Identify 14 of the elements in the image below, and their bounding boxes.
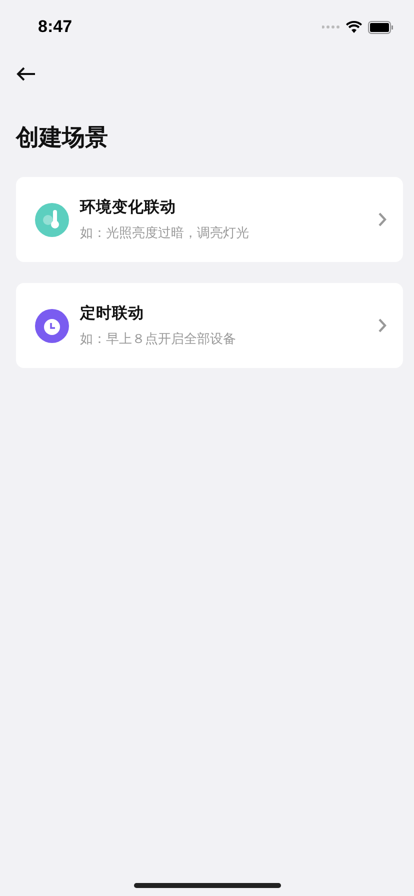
chevron-right-icon [378, 318, 387, 333]
chevron-right-icon [378, 212, 387, 227]
page-title: 创建场景 [16, 124, 109, 153]
option-title: 定时联动 [80, 303, 145, 324]
scene-option-card[interactable]: 定时联动 如：早上８点开启全部设备 [16, 283, 403, 368]
status-time: 8:47 [38, 17, 72, 37]
option-example: 如：光照亮度过暗，调亮灯光 [80, 225, 250, 242]
option-title: 环境变化联动 [80, 197, 177, 218]
battery-icon [368, 20, 394, 34]
signal-icon [322, 25, 340, 29]
scene-option-card[interactable]: 环境变化联动 如：光照亮度过暗，调亮灯光 [16, 177, 403, 262]
wifi-icon [346, 21, 362, 33]
back-button[interactable] [16, 66, 36, 82]
option-example: 如：早上８点开启全部设备 [80, 331, 237, 348]
